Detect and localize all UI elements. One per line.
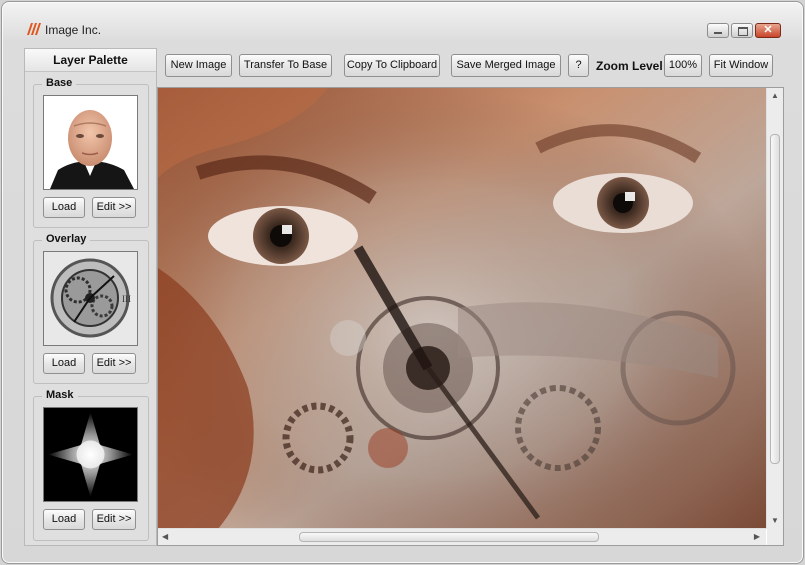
base-load-button[interactable]: Load — [43, 197, 85, 218]
layer-palette: Layer Palette Base Load Edit >> Overlay … — [24, 48, 157, 546]
maximize-button[interactable] — [731, 23, 753, 38]
app-logo-icon — [27, 23, 41, 35]
base-edit-button[interactable]: Edit >> — [92, 197, 136, 218]
scroll-down-icon[interactable]: ▼ — [771, 516, 779, 526]
mask-layer-label: Mask — [42, 389, 78, 401]
app-window: Image Inc. ✕ Layer Palette Base Load Edi… — [1, 1, 804, 564]
image-viewport[interactable]: ▲ ▼ ◀ ▶ — [157, 87, 784, 546]
mask-edit-button[interactable]: Edit >> — [92, 509, 136, 530]
scroll-up-icon[interactable]: ▲ — [771, 91, 779, 101]
base-thumbnail — [43, 95, 138, 190]
horizontal-scrollbar[interactable]: ◀ ▶ — [158, 528, 766, 545]
overlay-layer-group: Overlay III Load Edit >> — [33, 233, 149, 384]
minimize-icon — [714, 32, 722, 34]
minimize-button[interactable] — [707, 23, 729, 38]
svg-text:III: III — [122, 294, 131, 304]
mask-layer-group: Mask Load Edit >> — [33, 389, 149, 541]
layer-palette-header: Layer Palette — [25, 49, 156, 72]
close-icon: ✕ — [763, 24, 773, 36]
horizontal-scroll-thumb[interactable] — [299, 532, 599, 542]
overlay-thumbnail: III — [43, 251, 138, 346]
base-layer-group: Base Load Edit >> — [33, 77, 149, 228]
scroll-right-icon[interactable]: ▶ — [754, 532, 760, 542]
toolbar: New Image Transfer To Base Copy To Clipb… — [162, 54, 778, 79]
vertical-scrollbar[interactable]: ▲ ▼ — [766, 88, 783, 529]
save-merged-image-button[interactable]: Save Merged Image — [451, 54, 561, 77]
scroll-corner — [767, 529, 783, 545]
portrait-photo-icon — [44, 96, 137, 189]
window-controls: ✕ — [707, 23, 781, 38]
copy-to-clipboard-button[interactable]: Copy To Clipboard — [344, 54, 440, 77]
overlay-edit-button[interactable]: Edit >> — [92, 353, 136, 374]
maximize-icon — [738, 27, 748, 36]
vertical-scroll-thumb[interactable] — [770, 134, 780, 464]
fit-window-button[interactable]: Fit Window — [709, 54, 773, 77]
overlay-layer-label: Overlay — [42, 233, 91, 245]
scroll-left-icon[interactable]: ◀ — [162, 532, 168, 542]
title-bar[interactable]: Image Inc. ✕ — [2, 2, 803, 40]
merged-image-icon — [158, 88, 766, 529]
base-layer-label: Base — [42, 77, 77, 89]
merged-image-canvas[interactable] — [158, 88, 766, 529]
mask-thumbnail — [43, 407, 138, 502]
radial-star-mask-icon — [44, 408, 137, 501]
overlay-load-button[interactable]: Load — [43, 353, 85, 374]
new-image-button[interactable]: New Image — [165, 54, 232, 77]
clockwork-photo-icon: III — [44, 252, 137, 345]
mask-load-button[interactable]: Load — [43, 509, 85, 530]
transfer-to-base-button[interactable]: Transfer To Base — [239, 54, 332, 77]
window-title: Image Inc. — [45, 23, 102, 37]
close-button[interactable]: ✕ — [755, 23, 781, 38]
zoom-level-label: Zoom Level — [596, 59, 663, 73]
help-button[interactable]: ? — [568, 54, 589, 77]
zoom-100-button[interactable]: 100% — [664, 54, 702, 77]
